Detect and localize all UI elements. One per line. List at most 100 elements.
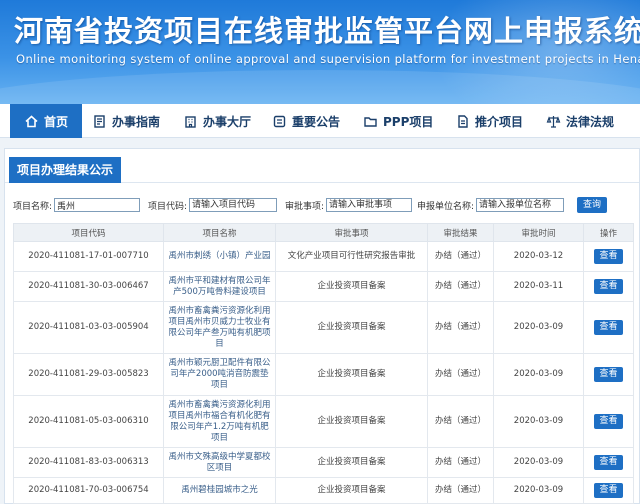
results-panel: 项目办理结果公示 项目名称: 项目代码: 审批事项: 申报单位名称: 查询 项目…	[4, 148, 640, 504]
unit-name-input[interactable]	[476, 198, 565, 212]
cell-matter: 企业投资项目备案	[275, 301, 428, 354]
approval-matter-label: 审批事项:	[285, 201, 325, 212]
cell-action: 查看	[583, 353, 634, 396]
nav-item-ppp[interactable]: PPP项目	[363, 104, 433, 138]
table-header-row: 项目代码 项目名称 审批事项 审批结果 审批时间 操作	[13, 223, 634, 242]
column-header: 项目名称	[163, 223, 276, 242]
cell-matter: 企业投资项目备案	[275, 395, 428, 448]
nav-label: 办事指南	[112, 114, 161, 129]
nav-label: PPP项目	[383, 114, 434, 129]
cell-matter: 企业投资项目备案	[275, 353, 428, 396]
cell-result: 办结（通过）	[427, 271, 494, 302]
cell-result: 办结（通过）	[427, 477, 494, 504]
site-subtitle: Online monitoring system of online appro…	[16, 52, 640, 66]
nav-item-notice[interactable]: 重要公告	[272, 104, 340, 138]
cell-action: 查看	[583, 447, 634, 478]
results-table: 项目代码 项目名称 审批事项 审批结果 审批时间 操作 2020-411081-…	[13, 223, 634, 504]
cell-action: 查看	[583, 271, 634, 302]
cell-code: 2020-411081-70-03-006754	[13, 477, 164, 504]
cell-code: 2020-411081-17-01-007710	[13, 241, 164, 272]
search-code-group: 项目代码:	[148, 197, 278, 213]
panel-title: 项目办理结果公示	[9, 157, 122, 183]
approval-matter-input[interactable]	[326, 198, 413, 212]
cell-action: 查看	[583, 395, 634, 448]
cell-code: 2020-411081-03-03-005904	[13, 301, 164, 354]
nav-item-promotion[interactable]: 推介项目	[455, 104, 523, 138]
cell-code: 2020-411081-83-03-006313	[13, 447, 164, 478]
cell-name: 禹州碧桂园城市之光	[163, 477, 276, 504]
column-header: 操作	[583, 223, 634, 242]
nav-label: 首页	[44, 114, 69, 129]
table-row: 2020-411081-29-03-005823 禹州市颖元厨卫配件有限公司年产…	[13, 353, 634, 396]
cell-date: 2020-03-12	[493, 241, 584, 272]
unit-name-label: 申报单位名称:	[417, 201, 475, 212]
view-button[interactable]: 查看	[594, 414, 623, 429]
scales-icon	[546, 114, 561, 129]
project-name-input[interactable]	[54, 198, 141, 212]
table-row: 2020-411081-30-03-006467 禹州市平和建材有限公司年产50…	[13, 271, 634, 302]
table-row: 2020-411081-17-01-007710 禹州市刺绣（小镇）产业园 文化…	[13, 241, 634, 272]
cell-date: 2020-03-11	[493, 271, 584, 302]
view-button[interactable]: 查看	[594, 249, 623, 264]
nav-item-hall[interactable]: 办事大厅	[183, 104, 251, 138]
table-row: 2020-411081-83-03-006313 禹州市文殊高级中学夏都校区项目…	[13, 447, 634, 478]
building-icon	[183, 114, 198, 129]
cell-date: 2020-03-09	[493, 447, 584, 478]
view-button[interactable]: 查看	[594, 367, 623, 382]
cell-matter: 企业投资项目备案	[275, 271, 428, 302]
nav-item-laws[interactable]: 法律法规	[546, 104, 614, 138]
site-title: 河南省投资项目在线审批监管平台网上申报系统	[14, 14, 640, 48]
cell-action: 查看	[583, 301, 634, 354]
view-button[interactable]: 查看	[594, 483, 623, 498]
cell-result: 办结（通过）	[427, 447, 494, 478]
table-row: 2020-411081-70-03-006754 禹州碧桂园城市之光 企业投资项…	[13, 477, 634, 504]
search-name-group: 项目名称:	[13, 197, 141, 213]
book-icon	[92, 114, 107, 129]
cell-code: 2020-411081-29-03-005823	[13, 353, 164, 396]
cell-code: 2020-411081-30-03-006467	[13, 271, 164, 302]
cell-action: 查看	[583, 241, 634, 272]
cell-name: 禹州市文殊高级中学夏都校区项目	[163, 447, 276, 478]
main-nav: 首页 办事指南 办事大厅 重要公告 PPP项目 推介项目 法律法规	[0, 104, 640, 138]
nav-label: 法律法规	[566, 114, 615, 129]
cell-name: 禹州市刺绣（小镇）产业园	[163, 241, 276, 272]
nav-label: 推介项目	[475, 114, 524, 129]
nav-item-home[interactable]: 首页	[10, 104, 83, 138]
cell-result: 办结（通过）	[427, 301, 494, 354]
cell-date: 2020-03-09	[493, 301, 584, 354]
query-button[interactable]: 查询	[577, 197, 607, 213]
view-button[interactable]: 查看	[594, 320, 623, 335]
cell-name: 禹州市畜禽粪污资源化利用项目禹州市福合有机化肥有限公司年产1.2万吨有机肥项目	[163, 395, 276, 448]
project-name-label: 项目名称:	[13, 201, 53, 212]
view-button[interactable]: 查看	[594, 455, 623, 470]
document-icon	[455, 114, 470, 129]
column-header: 审批时间	[493, 223, 584, 242]
site-header: 河南省投资项目在线审批监管平台网上申报系统 Online monitoring …	[0, 0, 640, 104]
folder-icon	[363, 114, 378, 129]
nav-label: 办事大厅	[203, 114, 252, 129]
cell-action: 查看	[583, 477, 634, 504]
view-button[interactable]: 查看	[594, 279, 623, 294]
table-row: 2020-411081-03-03-005904 禹州市畜禽粪污资源化利用项目禹…	[13, 301, 634, 354]
table-row: 2020-411081-05-03-006310 禹州市畜禽粪污资源化利用项目禹…	[13, 395, 634, 448]
cell-name: 禹州市平和建材有限公司年产500万吨骨料建设项目	[163, 271, 276, 302]
panel-header: 项目办理结果公示	[5, 149, 639, 183]
search-unit-group: 申报单位名称:	[417, 197, 565, 213]
home-icon	[24, 114, 39, 129]
cell-name: 禹州市畜禽粪污资源化利用项目禹州市贝威力士牧业有限公司年产叁万吨有机肥项目	[163, 301, 276, 354]
cell-date: 2020-03-09	[493, 395, 584, 448]
project-code-input[interactable]	[189, 198, 278, 212]
cell-name: 禹州市颖元厨卫配件有限公司年产2000吨消音防震垫项目	[163, 353, 276, 396]
column-header: 审批事项	[275, 223, 428, 242]
cell-result: 办结（通过）	[427, 395, 494, 448]
column-header: 审批结果	[427, 223, 494, 242]
nav-label: 重要公告	[292, 114, 341, 129]
search-matter-group: 审批事项:	[285, 197, 413, 213]
cell-matter: 企业投资项目备案	[275, 447, 428, 478]
nav-item-guide[interactable]: 办事指南	[92, 104, 160, 138]
column-header: 项目代码	[13, 223, 164, 242]
cell-date: 2020-03-09	[493, 477, 584, 504]
cell-matter: 文化产业项目可行性研究报告审批	[275, 241, 428, 272]
cell-matter: 企业投资项目备案	[275, 477, 428, 504]
cell-date: 2020-03-09	[493, 353, 584, 396]
